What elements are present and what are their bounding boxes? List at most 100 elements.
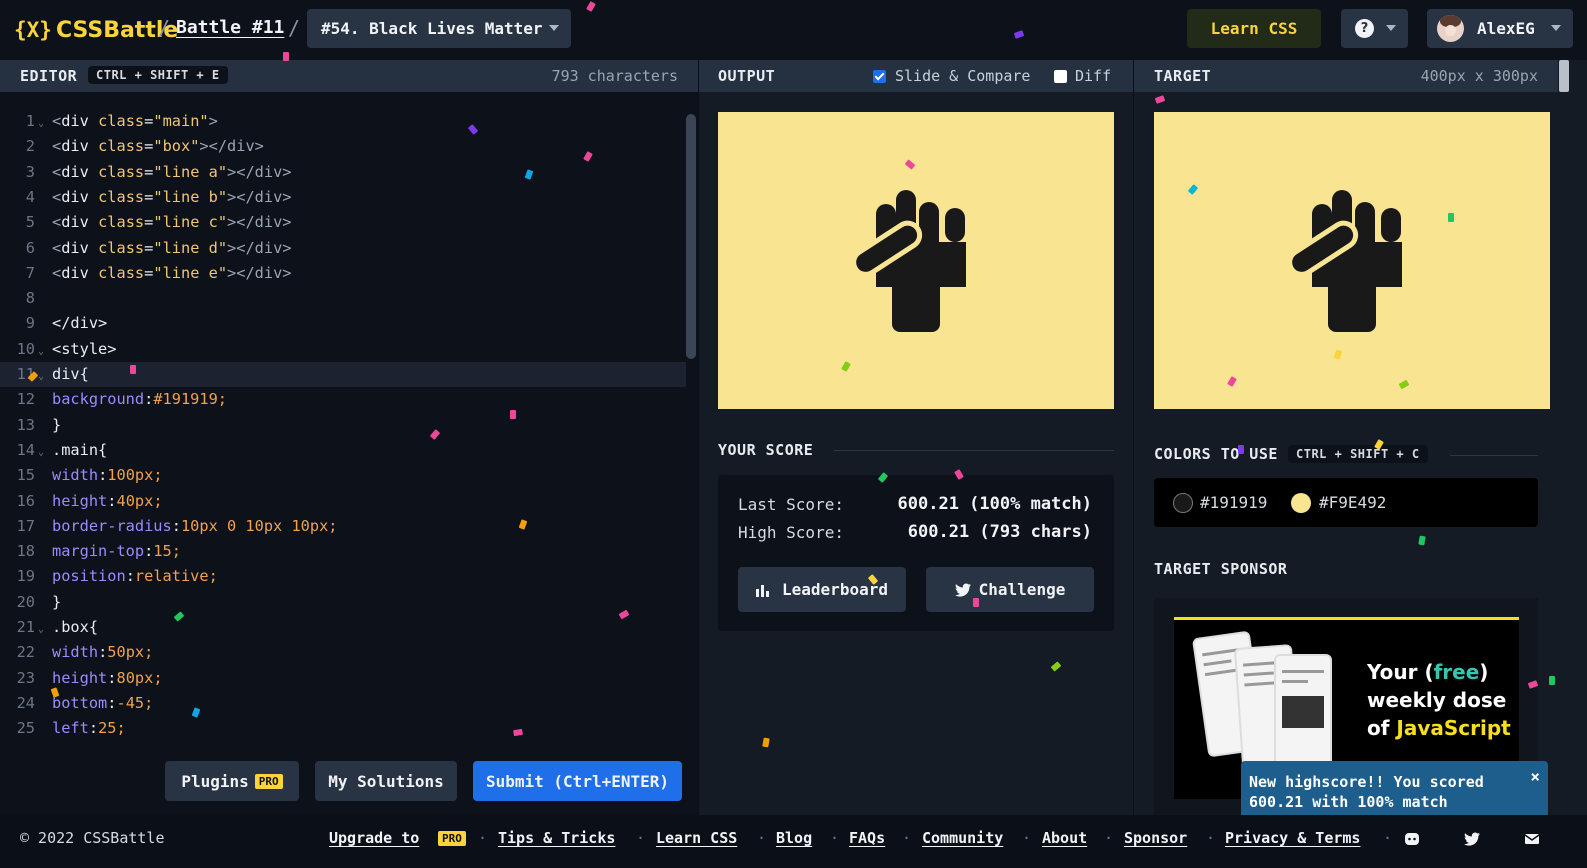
color-swatch-dark[interactable] bbox=[1173, 493, 1193, 513]
page-scrollbar-thumb[interactable] bbox=[1559, 60, 1569, 92]
confetti-piece bbox=[283, 52, 289, 61]
code-line[interactable]: 16 height:40px; bbox=[0, 489, 686, 514]
help-menu-button[interactable]: ? bbox=[1341, 9, 1408, 48]
footer: © 2022 CSSBattle Upgrade to PRO · Tips &… bbox=[0, 815, 1587, 868]
color-swatch-yellow[interactable] bbox=[1291, 493, 1311, 513]
line-number: 7 bbox=[25, 263, 35, 282]
breadcrumb-battle-link[interactable]: Battle #11 bbox=[176, 17, 284, 38]
code-line[interactable]: 24 bottom:-45; bbox=[0, 691, 686, 716]
score-card: Last Score: 600.21 (100% match) High Sco… bbox=[718, 475, 1114, 631]
color-label-yellow[interactable]: #F9E492 bbox=[1319, 493, 1386, 512]
sponsor-title: TARGET SPONSOR bbox=[1154, 560, 1288, 578]
code-editor[interactable]: 1 ⌄ <div class="main"> 2 <div class="box"></… bbox=[0, 92, 698, 815]
code-line[interactable]: 3 <div class="line a"></div> bbox=[0, 160, 686, 185]
target-header: TARGET 400px x 300px bbox=[1134, 60, 1558, 92]
code-line[interactable]: 9 </div> bbox=[0, 311, 686, 336]
line-code: </div> bbox=[52, 314, 108, 333]
line-code: <style> bbox=[52, 339, 117, 358]
line-number: 3 bbox=[25, 162, 35, 181]
footer-link-tips[interactable]: Tips & Tricks bbox=[498, 829, 615, 847]
code-line[interactable]: 20} bbox=[0, 590, 686, 615]
close-icon[interactable]: × bbox=[1530, 767, 1540, 786]
submit-button[interactable]: Submit (Ctrl+ENTER) bbox=[473, 761, 682, 801]
code-line[interactable]: 25 left:25; bbox=[0, 716, 686, 741]
line-code: <div class="line e"></div> bbox=[52, 263, 292, 282]
code-line[interactable]: 14 ⌄ .main{ bbox=[0, 438, 686, 463]
footer-link-sponsor[interactable]: Sponsor bbox=[1124, 829, 1187, 847]
footer-link-learn-css[interactable]: Learn CSS bbox=[656, 829, 737, 847]
avatar bbox=[1437, 15, 1464, 42]
footer-link-about[interactable]: About bbox=[1042, 829, 1087, 847]
code-line[interactable]: 21 ⌄ .box{ bbox=[0, 615, 686, 640]
target-select-dropdown[interactable]: #54. Black Lives Matter bbox=[307, 9, 571, 48]
line-number: 9 bbox=[25, 314, 35, 333]
code-line[interactable]: 8 bbox=[0, 286, 686, 311]
code-line[interactable]: 12 background:#191919; bbox=[0, 387, 686, 412]
last-score-value: 600.21 (100% match) bbox=[897, 494, 1092, 514]
footer-link-privacy[interactable]: Privacy & Terms bbox=[1225, 829, 1360, 847]
line-number: 18 bbox=[16, 542, 35, 561]
plugins-button[interactable]: Plugins PRO bbox=[165, 761, 299, 801]
code-line[interactable]: 10 ⌄ <style> bbox=[0, 337, 686, 362]
line-code: margin-top:15; bbox=[52, 542, 181, 561]
line-number: 8 bbox=[25, 289, 35, 308]
breadcrumb-separator: / bbox=[158, 16, 171, 40]
line-number: 19 bbox=[16, 567, 35, 586]
cssbattle-logo[interactable]: {X} CSSBattle bbox=[14, 15, 178, 45]
fold-chevron-icon[interactable]: ⌄ bbox=[38, 617, 44, 642]
output-canvas[interactable] bbox=[718, 112, 1114, 409]
challenge-button[interactable]: Challenge bbox=[926, 567, 1094, 612]
line-code: height:80px; bbox=[52, 668, 163, 687]
upgrade-link[interactable]: Upgrade to bbox=[329, 829, 419, 847]
code-line[interactable]: 1 ⌄ <div class="main"> bbox=[0, 109, 686, 134]
your-score-title: YOUR SCORE bbox=[718, 441, 814, 459]
slide-compare-label[interactable]: Slide & Compare bbox=[895, 67, 1030, 85]
leaderboard-button[interactable]: Leaderboard bbox=[738, 567, 906, 612]
mail-icon[interactable] bbox=[1524, 832, 1540, 846]
code-line[interactable]: 2 <div class="box"></div> bbox=[0, 134, 686, 159]
footer-link-faqs[interactable]: FAQs bbox=[849, 829, 885, 847]
learn-css-button[interactable]: Learn CSS bbox=[1187, 9, 1321, 48]
line-code: <div class="line c"></div> bbox=[52, 213, 292, 232]
footer-link-blog[interactable]: Blog bbox=[776, 829, 812, 847]
footer-link-community[interactable]: Community bbox=[922, 829, 1003, 847]
line-number: 24 bbox=[16, 693, 35, 712]
code-line[interactable]: 15 width:100px; bbox=[0, 463, 686, 488]
high-score-label: High Score: bbox=[738, 523, 844, 542]
editor-scrollbar[interactable] bbox=[686, 114, 696, 359]
code-line[interactable]: 11 ⌄ div{ bbox=[0, 362, 686, 387]
code-line[interactable]: 13} bbox=[0, 413, 686, 438]
line-code: border-radius:10px 0 10px 10px; bbox=[52, 516, 338, 535]
line-code: } bbox=[52, 592, 62, 611]
code-line[interactable]: 23 height:80px; bbox=[0, 666, 686, 691]
diff-checkbox[interactable] bbox=[1054, 70, 1067, 83]
help-icon: ? bbox=[1355, 19, 1374, 38]
slide-compare-checkbox[interactable] bbox=[873, 70, 886, 83]
code-line[interactable]: 4 <div class="line b"></div> bbox=[0, 185, 686, 210]
code-line[interactable]: 6 <div class="line d"></div> bbox=[0, 236, 686, 261]
user-menu-button[interactable]: AlexEG bbox=[1427, 9, 1573, 48]
fold-chevron-icon[interactable]: ⌄ bbox=[38, 364, 44, 389]
code-line[interactable]: 17 border-radius:10px 0 10px 10px; bbox=[0, 514, 686, 539]
code-line[interactable]: 18 margin-top:15; bbox=[0, 539, 686, 564]
plugins-label: Plugins bbox=[181, 771, 249, 791]
code-line[interactable]: 7 <div class="line e"></div> bbox=[0, 261, 686, 286]
line-code: <div class="line a"></div> bbox=[52, 162, 292, 181]
confetti-piece bbox=[1549, 676, 1555, 685]
code-line[interactable]: 5 <div class="line c"></div> bbox=[0, 210, 686, 235]
discord-icon[interactable] bbox=[1404, 832, 1420, 846]
line-number: 10 bbox=[16, 339, 35, 358]
diff-label[interactable]: Diff bbox=[1075, 67, 1111, 85]
code-line[interactable]: 19 position:relative; bbox=[0, 564, 686, 589]
right-scroll-gutter bbox=[1558, 60, 1587, 815]
line-code: position:relative; bbox=[52, 567, 218, 586]
line-code: } bbox=[52, 415, 62, 434]
code-line[interactable]: 22 width:50px; bbox=[0, 640, 686, 665]
twitter-icon[interactable] bbox=[1464, 832, 1480, 846]
my-solutions-button[interactable]: My Solutions bbox=[315, 761, 457, 801]
line-code: height:40px; bbox=[52, 491, 163, 510]
color-label-dark[interactable]: #191919 bbox=[1200, 493, 1267, 512]
fold-chevron-icon[interactable]: ⌄ bbox=[38, 440, 44, 465]
fold-chevron-icon[interactable]: ⌄ bbox=[38, 339, 44, 364]
fold-chevron-icon[interactable]: ⌄ bbox=[38, 111, 44, 136]
